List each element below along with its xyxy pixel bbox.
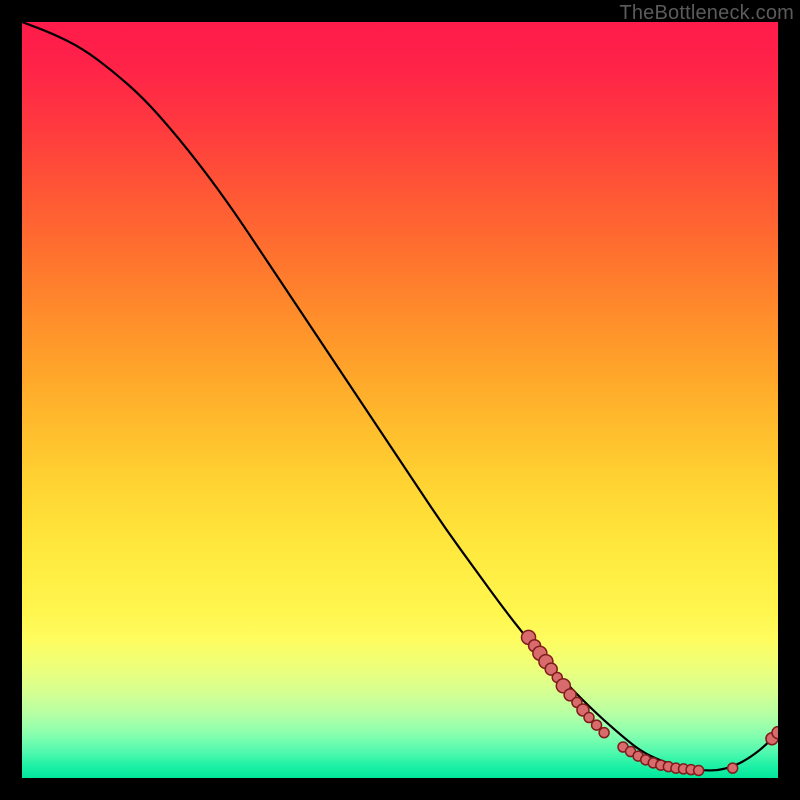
data-marker: [728, 763, 738, 773]
data-marker: [694, 765, 704, 775]
watermark-text: TheBottleneck.com: [619, 2, 794, 25]
data-marker: [599, 728, 609, 738]
chart-svg: [22, 22, 778, 778]
data-markers: [522, 630, 778, 775]
data-marker: [772, 727, 778, 739]
bottleneck-curve: [22, 22, 778, 770]
chart-stage: TheBottleneck.com: [0, 0, 800, 800]
plot-area: [22, 22, 778, 778]
